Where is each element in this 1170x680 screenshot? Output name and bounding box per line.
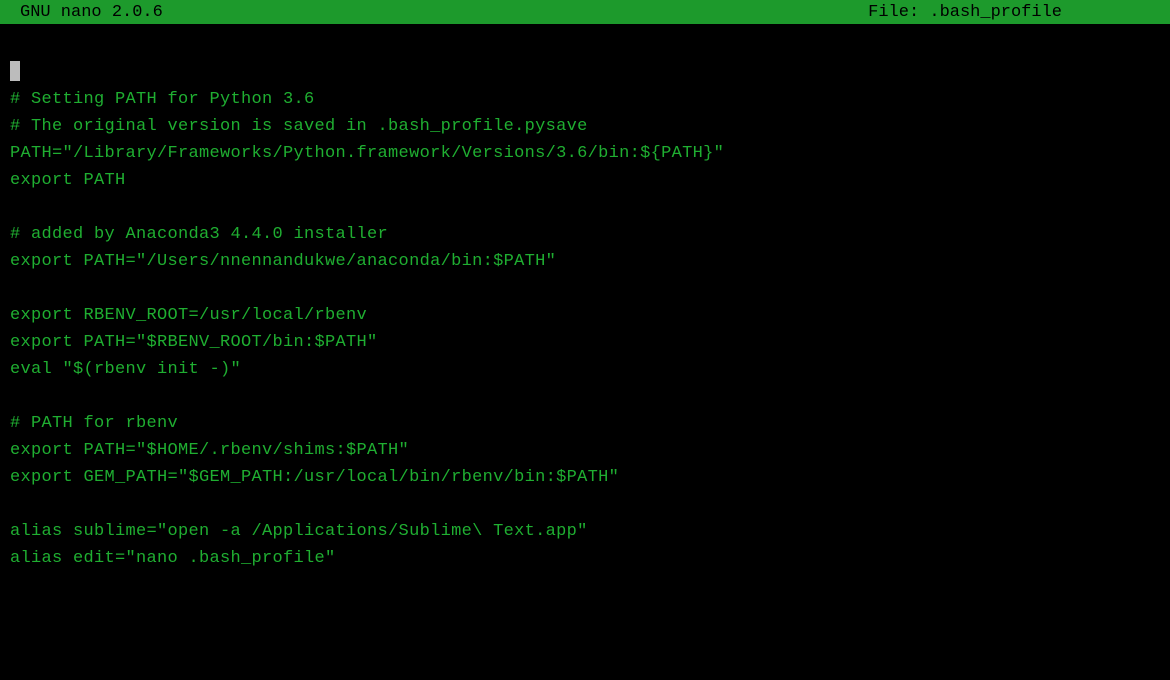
code-line: PATH="/Library/Frameworks/Python.framewo… <box>10 140 1160 167</box>
code-line: export PATH <box>10 167 1160 194</box>
titlebar: GNU nano 2.0.6 File: .bash_profile <box>0 0 1170 24</box>
code-line: alias sublime="open -a /Applications/Sub… <box>10 518 1160 545</box>
code-line: export GEM_PATH="$GEM_PATH:/usr/local/bi… <box>10 464 1160 491</box>
code-line: # PATH for rbenv <box>10 410 1160 437</box>
code-line: export RBENV_ROOT=/usr/local/rbenv <box>10 302 1160 329</box>
editor-area[interactable]: # Setting PATH for Python 3.6 # The orig… <box>0 24 1170 580</box>
blank-row <box>10 275 1160 302</box>
code-line: alias edit="nano .bash_profile" <box>10 545 1160 572</box>
code-line: # The original version is saved in .bash… <box>10 113 1160 140</box>
code-line: eval "$(rbenv init -)" <box>10 356 1160 383</box>
code-line: # added by Anaconda3 4.4.0 installer <box>10 221 1160 248</box>
text-cursor <box>10 61 20 81</box>
code-line: export PATH="/Users/nnennandukwe/anacond… <box>10 248 1160 275</box>
code-line: export PATH="$RBENV_ROOT/bin:$PATH" <box>10 329 1160 356</box>
blank-row <box>10 194 1160 221</box>
cursor-line <box>10 59 1160 86</box>
blank-row <box>10 32 1160 59</box>
app-name: GNU nano 2.0.6 <box>8 3 163 22</box>
code-line: # Setting PATH for Python 3.6 <box>10 86 1160 113</box>
file-label: File: .bash_profile <box>868 3 1162 22</box>
blank-row <box>10 491 1160 518</box>
code-line: export PATH="$HOME/.rbenv/shims:$PATH" <box>10 437 1160 464</box>
blank-row <box>10 383 1160 410</box>
